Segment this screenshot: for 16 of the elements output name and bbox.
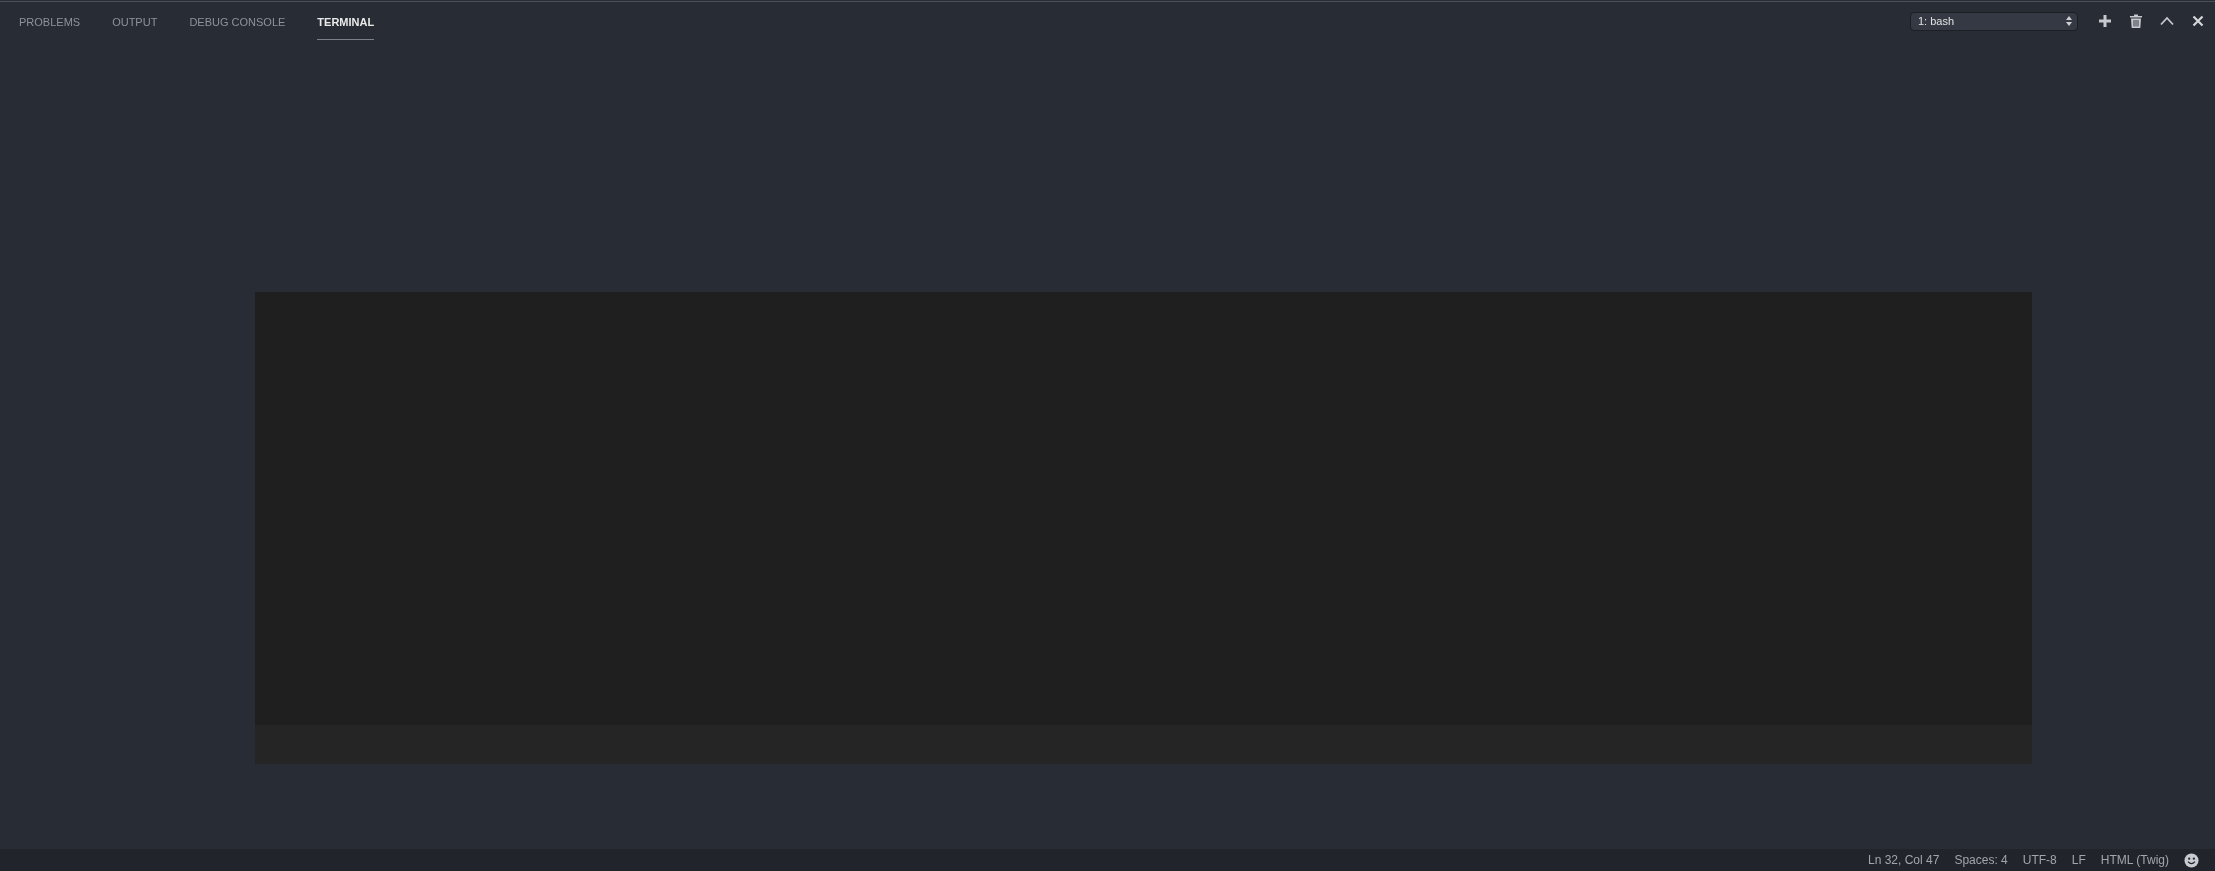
- panel-tab[interactable]: OUTPUT: [112, 2, 158, 40]
- updown-icon: [2066, 16, 2072, 26]
- plus-icon[interactable]: [2098, 14, 2112, 28]
- status-item[interactable]: Spaces: 4: [1954, 853, 2008, 867]
- close-icon[interactable]: [2191, 14, 2205, 28]
- status-item[interactable]: LF: [2071, 853, 2086, 867]
- terminal-select[interactable]: 1: bash: [1910, 11, 2078, 31]
- status-item[interactable]: UTF-8: [2022, 853, 2057, 867]
- trash-icon[interactable]: [2129, 14, 2143, 28]
- status-item[interactable]: HTML (Twig): [2100, 853, 2169, 867]
- smiley-icon[interactable]: [2184, 852, 2199, 868]
- status-item[interactable]: Ln 32, Col 47: [1868, 853, 1940, 867]
- panel-tab[interactable]: DEBUG CONSOLE: [189, 2, 286, 40]
- panel-tab[interactable]: TERMINAL: [317, 2, 375, 40]
- panel-tab[interactable]: PROBLEMS: [19, 2, 81, 40]
- chevron-up-icon[interactable]: [2160, 14, 2174, 28]
